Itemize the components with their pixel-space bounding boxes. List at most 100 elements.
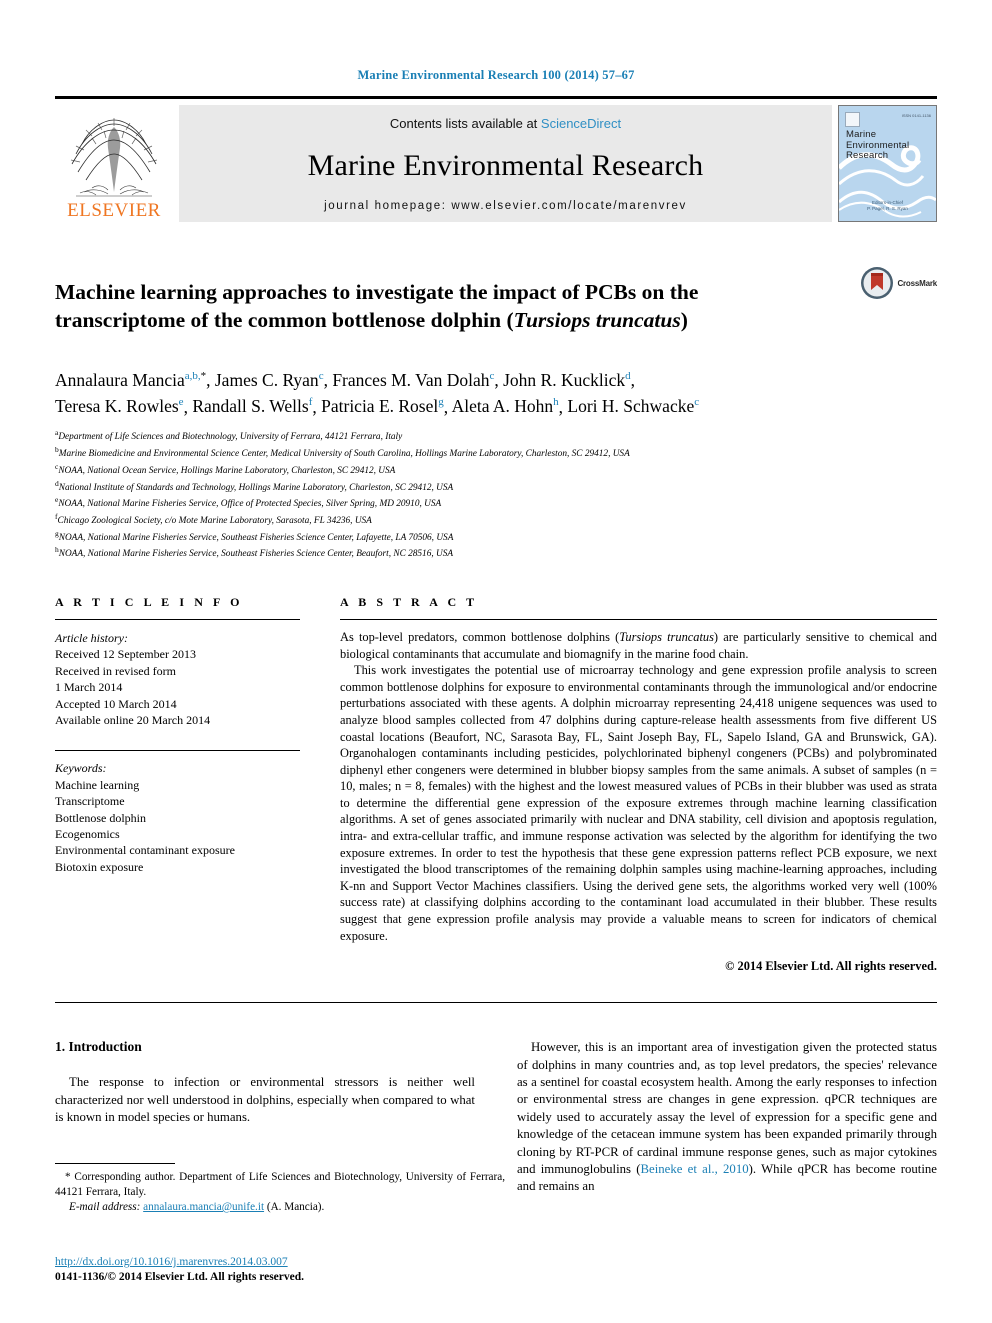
author-name: John R. Kucklick <box>503 369 626 390</box>
affiliation-item: fChicago Zoological Society, c/o Mote Ma… <box>55 511 937 528</box>
author-name: James C. Ryan <box>214 369 319 390</box>
author-name: Aleta A. Hohn <box>451 396 554 417</box>
running-head: Marine Environmental Research 100 (2014)… <box>357 68 635 82</box>
cover-editors: Editors-in-Chief P. Pagel, R. S. Ryan <box>839 200 936 212</box>
affiliation-text: National Institute of Standards and Tech… <box>58 482 454 493</box>
article-info-heading: A R T I C L E I N F O <box>55 594 244 609</box>
footnote-text: * Corresponding author. Department of Li… <box>55 1170 505 1215</box>
cover-editors-names: P. Pagel, R. S. Ryan <box>867 206 908 211</box>
author-affil-mark: c <box>694 396 700 409</box>
corresponding-author-mark: * <box>200 369 207 382</box>
keyword-item: Environmental contaminant exposure <box>55 843 235 858</box>
author-affil-mark: c <box>489 369 495 382</box>
affiliation-item: dNational Institute of Standards and Tec… <box>55 478 937 495</box>
affiliation-item: aDepartment of Life Sciences and Biotech… <box>55 427 937 444</box>
author-name: Patricia E. Rosel <box>321 396 439 417</box>
paragraph: The response to infection or environment… <box>55 1075 475 1125</box>
author-name: Lori H. Schwacke <box>567 396 695 417</box>
author-item: Patricia E. Roselg <box>321 396 444 416</box>
affiliation-text: NOAA, National Marine Fisheries Service,… <box>58 499 442 510</box>
affiliation-text: Chicago Zoological Society, c/o Mote Mar… <box>57 515 372 526</box>
author-affil-mark: g <box>438 396 444 409</box>
info-abstract-section: A R T I C L E I N F O Article history: R… <box>55 595 937 974</box>
author-item: Lori H. Schwackec <box>567 396 699 416</box>
email-suffix: (A. Mancia). <box>266 1201 325 1213</box>
author-affil-mark: d <box>625 369 631 382</box>
intro-right-pre: However, this is an important area of in… <box>517 1040 937 1177</box>
doi-link[interactable]: http://dx.doi.org/10.1016/j.marenvres.20… <box>55 1255 505 1270</box>
keyword-item: Ecogenomics <box>55 827 120 841</box>
history-item: Available online 20 March 2014 <box>55 712 211 727</box>
author-item: Aleta A. Hohnh <box>452 396 559 416</box>
author-name: Annalaura Mancia <box>55 369 185 390</box>
keywords-label: Keywords: <box>55 761 107 776</box>
article-history-list: Received 12 September 2013 Received in r… <box>55 646 300 728</box>
affiliation-list: aDepartment of Life Sciences and Biotech… <box>55 427 937 561</box>
affiliation-text: NOAA, National Marine Fisheries Service,… <box>58 532 454 543</box>
footnote-rule <box>55 1163 175 1164</box>
history-item: 1 March 2014 <box>55 680 123 695</box>
cover-title-line3: Research <box>846 150 889 161</box>
author-item: James C. Ryanc <box>215 370 324 390</box>
keywords-rule <box>55 750 300 752</box>
title-line-2-pre: transcriptome of the common bottlenose d… <box>55 308 514 333</box>
elsevier-logo: ELSEVIER <box>55 105 173 222</box>
affiliation-text: NOAA, National Ocean Service, Hollings M… <box>58 465 396 476</box>
author-name: Teresa K. Rowles <box>55 396 179 417</box>
journal-cover-thumbnail: ISSN 0141-1136 Marine Environmental Rese… <box>838 105 937 222</box>
abstract-heading: A B S T R A C T <box>340 594 478 609</box>
affiliation-item: bMarine Biomedicine and Environmental Sc… <box>55 444 937 461</box>
body-column-right: However, this is an important area of in… <box>517 1039 937 1196</box>
author-item: Frances M. Van Dolahc <box>332 370 494 390</box>
cover-issn-code: ISSN 0141-1136 <box>901 113 931 118</box>
title-line-1: Machine learning approaches to investiga… <box>55 280 699 305</box>
keyword-item: Machine learning <box>55 777 140 792</box>
keyword-item: Biotoxin exposure <box>55 859 144 874</box>
section-divider-rule <box>55 1002 937 1004</box>
keyword-item: Bottlenose dolphin <box>55 810 146 825</box>
cover-elsevier-mark <box>845 112 860 127</box>
abstract-paragraph: This work investigates the potential use… <box>340 663 937 943</box>
affiliation-item: eNOAA, National Marine Fisheries Service… <box>55 494 937 511</box>
author-affil-mark: e <box>178 396 184 409</box>
header-top-rule <box>55 96 937 99</box>
elsevier-wordmark: ELSEVIER <box>67 200 161 221</box>
citation-link[interactable]: Beineke et al., 2010 <box>641 1162 749 1176</box>
footnote-star: * <box>65 1171 71 1183</box>
affiliation-text: Marine Biomedicine and Environmental Sci… <box>58 449 630 460</box>
paragraph: However, this is an important area of in… <box>517 1039 937 1196</box>
email-label: E-mail address: <box>69 1201 141 1213</box>
cover-title: Marine Environmental Research <box>846 129 909 162</box>
journal-title: Marine Environmental Research <box>307 148 704 182</box>
article-info-column: A R T I C L E I N F O Article history: R… <box>55 595 300 974</box>
introduction-left-text: The response to infection or environment… <box>55 1074 475 1126</box>
article-page: Marine Environmental Research 100 (2014)… <box>0 0 992 1323</box>
page-footer: http://dx.doi.org/10.1016/j.marenvres.20… <box>55 1255 505 1285</box>
journal-banner: Contents lists available at ScienceDirec… <box>179 105 832 222</box>
author-item: Randall S. Wellsf <box>192 396 312 416</box>
title-line-2-post: ) <box>680 308 688 333</box>
author-affil-mark: f <box>308 396 313 409</box>
crossmark-label: CrossMark <box>897 278 937 288</box>
abstract-rule <box>340 618 937 620</box>
title-row: Machine learning approaches to investiga… <box>55 264 937 349</box>
keyword-item: Transcriptome <box>55 794 125 809</box>
history-item: Received in revised form <box>55 663 176 678</box>
author-name: Randall S. Wells <box>192 396 309 417</box>
email-link[interactable]: annalaura.mancia@unife.it <box>143 1201 264 1213</box>
abstract-body: As top-level predators, common bottlenos… <box>340 629 937 944</box>
author-item: John R. Kucklickd <box>503 370 631 390</box>
affiliation-item: cNOAA, National Ocean Service, Hollings … <box>55 461 937 478</box>
affiliation-item: hNOAA, National Marine Fisheries Service… <box>55 544 937 561</box>
abstract-p1-pre: As top-level predators, common bottlenos… <box>340 629 620 644</box>
sciencedirect-link[interactable]: ScienceDirect <box>541 116 621 131</box>
keywords-list: Machine learning Transcriptome Bottlenos… <box>55 777 300 875</box>
crossmark-badge[interactable]: CrossMark <box>845 264 937 349</box>
journal-homepage-link[interactable]: journal homepage: www.elsevier.com/locat… <box>324 200 687 212</box>
affiliation-text: NOAA, National Marine Fisheries Service,… <box>58 549 454 560</box>
contents-line: Contents lists available at ScienceDirec… <box>390 116 621 131</box>
affiliation-item: gNOAA, National Marine Fisheries Service… <box>55 528 937 545</box>
author-affil-mark: a,b, <box>184 369 201 382</box>
introduction-right-text: However, this is an important area of in… <box>517 1039 937 1196</box>
article-info-rule <box>55 618 300 620</box>
